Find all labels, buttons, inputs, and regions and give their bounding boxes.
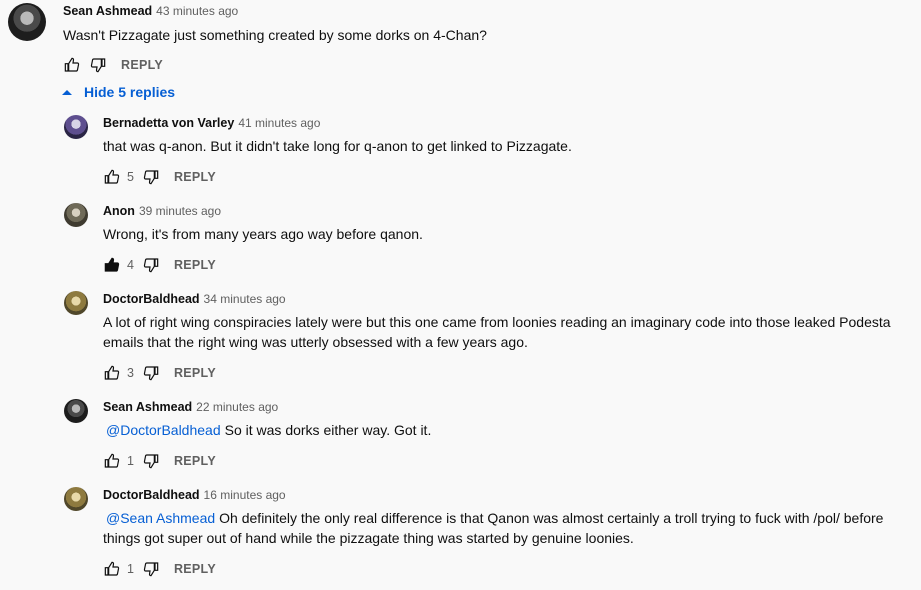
- thumbs-up-icon[interactable]: [103, 364, 121, 382]
- reply-text: So it was dorks either way. Got it.: [224, 422, 432, 438]
- reply-button[interactable]: REPLY: [174, 366, 216, 380]
- reply-actions: 4 REPLY: [103, 255, 216, 275]
- avatar[interactable]: [64, 487, 88, 511]
- reply-time[interactable]: 41 minutes ago: [238, 116, 320, 130]
- reply-text-container: @DoctorBaldhead So it was dorks either wa…: [103, 420, 903, 440]
- hide-replies-button[interactable]: Hide 5 replies: [62, 84, 175, 100]
- thumbs-down-icon[interactable]: [142, 364, 160, 382]
- reply-actions: 3 REPLY: [103, 363, 216, 383]
- comment-text: Wasn't Pizzagate just something created …: [63, 27, 487, 43]
- hide-replies-label: Hide 5 replies: [84, 84, 176, 100]
- reply-time[interactable]: 22 minutes ago: [196, 400, 278, 414]
- reply-time[interactable]: 39 minutes ago: [139, 204, 221, 218]
- reply-text-container: @Sean Ashmead Oh definitely the only real…: [103, 508, 903, 548]
- thumbs-up-icon[interactable]: [103, 452, 121, 470]
- comment-actions: REPLY: [63, 55, 163, 75]
- thumbs-down-icon[interactable]: [142, 168, 160, 186]
- reply-button[interactable]: REPLY: [174, 454, 216, 468]
- like-count: 1: [127, 454, 134, 468]
- avatar[interactable]: [64, 399, 88, 423]
- avatar[interactable]: [64, 203, 88, 227]
- thumbs-up-icon[interactable]: [103, 168, 121, 186]
- reply-author[interactable]: Anon: [103, 204, 135, 218]
- caret-up-icon: [62, 90, 72, 95]
- reply-button[interactable]: REPLY: [121, 58, 163, 72]
- reply-text: Oh definitely the only real difference i…: [103, 510, 884, 546]
- thumbs-down-icon[interactable]: [142, 560, 160, 578]
- mention-link[interactable]: @DoctorBaldhead: [106, 422, 221, 438]
- reply-actions: 5 REPLY: [103, 167, 216, 187]
- thumbs-down-icon[interactable]: [89, 56, 107, 74]
- reply-author[interactable]: Bernadetta von Varley: [103, 116, 234, 130]
- thumbs-up-icon[interactable]: [103, 256, 121, 274]
- reply-author[interactable]: DoctorBaldhead: [103, 292, 200, 306]
- like-count: 4: [127, 258, 134, 272]
- thumbs-up-icon[interactable]: [103, 560, 121, 578]
- mention-link[interactable]: @Sean Ashmead: [106, 510, 215, 526]
- reply-button[interactable]: REPLY: [174, 170, 216, 184]
- avatar[interactable]: [8, 3, 46, 41]
- reply-author[interactable]: Sean Ashmead: [103, 400, 192, 414]
- like-count: 5: [127, 170, 134, 184]
- reply-text: Wrong, it's from many years ago way befo…: [103, 226, 423, 242]
- reply-text: A lot of right wing conspiracies lately …: [103, 314, 891, 350]
- thumbs-down-icon[interactable]: [142, 452, 160, 470]
- like-count: 3: [127, 366, 134, 380]
- reply-time[interactable]: 16 minutes ago: [204, 488, 286, 502]
- comment-time[interactable]: 43 minutes ago: [156, 4, 238, 18]
- comment-author[interactable]: Sean Ashmead: [63, 4, 152, 18]
- thumbs-down-icon[interactable]: [142, 256, 160, 274]
- like-count: 1: [127, 562, 134, 576]
- reply-button[interactable]: REPLY: [174, 258, 216, 272]
- reply-actions: 1 REPLY: [103, 559, 216, 579]
- thumbs-up-icon[interactable]: [63, 56, 81, 74]
- avatar[interactable]: [64, 291, 88, 315]
- reply-author[interactable]: DoctorBaldhead: [103, 488, 200, 502]
- reply-time[interactable]: 34 minutes ago: [204, 292, 286, 306]
- reply-button[interactable]: REPLY: [174, 562, 216, 576]
- reply-actions: 1 REPLY: [103, 451, 216, 471]
- avatar[interactable]: [64, 115, 88, 139]
- reply-text: that was q-anon. But it didn't take long…: [103, 138, 572, 154]
